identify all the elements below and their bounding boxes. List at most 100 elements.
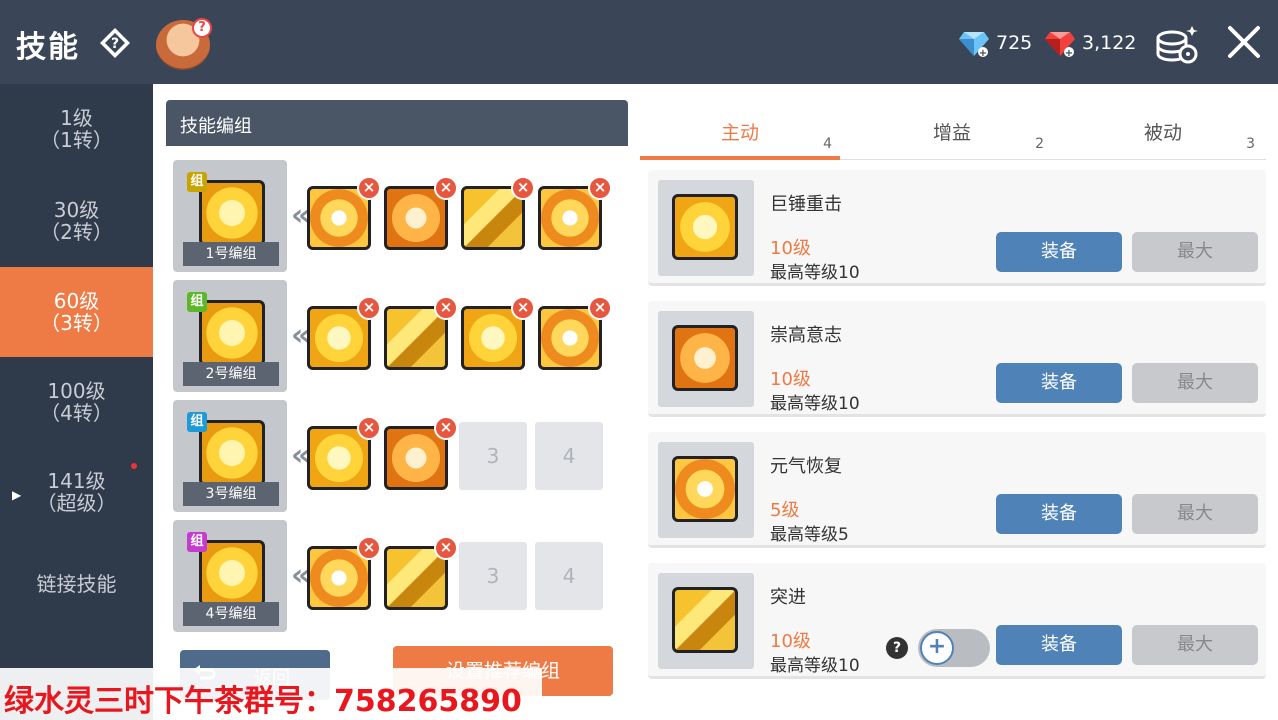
sidebar-item-link-skills[interactable]: 链接技能 [0, 539, 153, 629]
tab-buff[interactable]: 增益 2 [852, 118, 1052, 160]
red-gem-counter[interactable]: + 3,122 [1044, 28, 1136, 58]
group-slot[interactable]: × [461, 176, 535, 250]
blue-gem-counter[interactable]: + 725 [958, 28, 1032, 58]
tab-passive[interactable]: 被动 3 [1063, 118, 1263, 160]
group-slot[interactable]: × [384, 176, 458, 250]
equip-button[interactable]: 装备 [996, 625, 1122, 665]
group-slot[interactable]: × [384, 536, 458, 610]
group-tag-icon: 组 [187, 292, 207, 312]
empty-slot-4[interactable]: 4 [535, 422, 603, 490]
sidebar-item-level-1[interactable]: 1级 （1转） [0, 84, 153, 174]
tab-count: 3 [1246, 136, 1255, 152]
skill-level: 10级 [770, 631, 811, 652]
skill-icon-frame [658, 180, 754, 276]
group-card-4[interactable]: 组 4号编组 [173, 520, 287, 632]
top-bar: 技能 ? ? + 725 + 3,122 [0, 0, 1278, 84]
sidebar-item-level-60[interactable]: 60级 （3转） [0, 267, 153, 357]
sidebar-item-sublabel: （1转） [40, 128, 113, 152]
max-button[interactable]: 最大 [1132, 363, 1258, 403]
skill-icon-frame [658, 311, 754, 407]
remove-icon[interactable]: × [357, 296, 381, 320]
sidebar-item-level-30[interactable]: 30级 （2转） [0, 176, 153, 266]
dash-skill-icon [672, 587, 738, 653]
tab-label: 被动 [1143, 122, 1182, 144]
group-label: 1号编组 [183, 242, 279, 266]
remove-icon[interactable]: × [511, 296, 535, 320]
sun-skill-icon [199, 420, 265, 486]
skill-max-level: 最高等级10 [770, 263, 860, 283]
skill-name: 元气恢复 [770, 456, 842, 477]
skill-group-row-2: 组 2号编组 « × × × × [173, 280, 613, 392]
skill-type-tabs: 主动 4 增益 2 被动 3 [640, 84, 1266, 160]
group-card-1[interactable]: 组 1号编组 [173, 160, 287, 272]
skill-list-panel: 主动 4 增益 2 被动 3 巨锤重击 10级 最高等级10 装备 最大 崇高意… [640, 84, 1278, 720]
svg-text:?: ? [111, 36, 119, 52]
group-tag-icon: 组 [187, 532, 207, 552]
group-slot[interactable]: × [461, 296, 535, 370]
expand-arrow-icon: ▶ [12, 488, 22, 502]
active-tab-indicator [640, 156, 840, 160]
sidebar-item-label: 1级 [60, 106, 93, 130]
sidebar-item-label: 100级 [47, 379, 106, 403]
remove-icon[interactable]: × [588, 296, 612, 320]
group-card-3[interactable]: 组 3号编组 [173, 400, 287, 512]
remove-icon[interactable]: × [434, 176, 458, 200]
group-slot[interactable]: × [307, 536, 381, 610]
group-slot[interactable]: × [307, 296, 381, 370]
max-button[interactable]: 最大 [1132, 232, 1258, 272]
group-slot[interactable]: × [384, 416, 458, 490]
remove-icon[interactable]: × [434, 416, 458, 440]
skill-name: 崇高意志 [770, 325, 842, 346]
burst-skill-icon [672, 456, 738, 522]
group-slot[interactable]: × [538, 296, 612, 370]
remove-icon[interactable]: × [434, 296, 458, 320]
empty-slot-4[interactable]: 4 [535, 542, 603, 610]
sidebar-item-level-141[interactable]: ▶ 141级 （超级） [0, 447, 153, 537]
close-icon[interactable] [1224, 22, 1264, 62]
equip-button[interactable]: 装备 [996, 232, 1122, 272]
group-tag-icon: 组 [187, 412, 207, 432]
skill-row[interactable]: 巨锤重击 10级 最高等级10 装备 最大 [648, 170, 1266, 286]
sidebar-item-label: 30级 [53, 198, 100, 222]
tab-count: 4 [823, 136, 832, 152]
group-slot[interactable]: × [538, 176, 612, 250]
tab-count: 2 [1035, 136, 1044, 152]
skill-max-level: 最高等级5 [770, 525, 849, 545]
empty-slot-3[interactable]: 3 [459, 422, 527, 490]
sidebar-item-sublabel: （2转） [40, 220, 113, 244]
max-button[interactable]: 最大 [1132, 625, 1258, 665]
group-slot[interactable]: × [307, 416, 381, 490]
skill-row[interactable]: 元气恢复 5级 最高等级5 装备 最大 [648, 432, 1266, 548]
skill-level: 10级 [770, 369, 811, 390]
group-label: 4号编组 [183, 602, 279, 626]
remove-icon[interactable]: × [357, 176, 381, 200]
auto-skill-toggle[interactable]: + [918, 629, 990, 667]
remove-icon[interactable]: × [434, 536, 458, 560]
group-slot[interactable]: × [384, 296, 458, 370]
empty-slot-3[interactable]: 3 [459, 542, 527, 610]
max-button[interactable]: 最大 [1132, 494, 1258, 534]
avatar-help-icon: ? [192, 18, 212, 38]
remove-icon[interactable]: × [588, 176, 612, 200]
remove-icon[interactable]: × [357, 416, 381, 440]
sidebar-item-level-100[interactable]: 100级 （4转） [0, 357, 153, 447]
skill-row[interactable]: 崇高意志 10级 最高等级10 装备 最大 [648, 301, 1266, 417]
coin-exchange-icon[interactable] [1152, 22, 1200, 66]
tab-active[interactable]: 主动 4 [640, 118, 840, 160]
skill-group-row-4: 组 4号编组 « × × 3 4 [173, 520, 613, 632]
watermark-overlay: 绿水灵三时下午茶群号：758265890 [0, 668, 542, 720]
remove-icon[interactable]: × [357, 536, 381, 560]
group-card-2[interactable]: 组 2号编组 [173, 280, 287, 392]
sidebar-item-sublabel: （3转） [40, 311, 113, 335]
character-avatar[interactable]: ? [156, 18, 212, 70]
help-icon[interactable]: ? [886, 637, 908, 659]
remove-icon[interactable]: × [511, 176, 535, 200]
equip-button[interactable]: 装备 [996, 363, 1122, 403]
skill-group-header: 技能编组 [166, 100, 628, 146]
help-icon[interactable]: ? [98, 26, 132, 60]
red-gem-icon: + [1045, 32, 1075, 58]
skill-row[interactable]: 突进 10级 最高等级10 ? + 装备 最大 [648, 563, 1266, 679]
equip-button[interactable]: 装备 [996, 494, 1122, 534]
skill-level: 5级 [770, 500, 800, 521]
group-slot[interactable]: × [307, 176, 381, 250]
